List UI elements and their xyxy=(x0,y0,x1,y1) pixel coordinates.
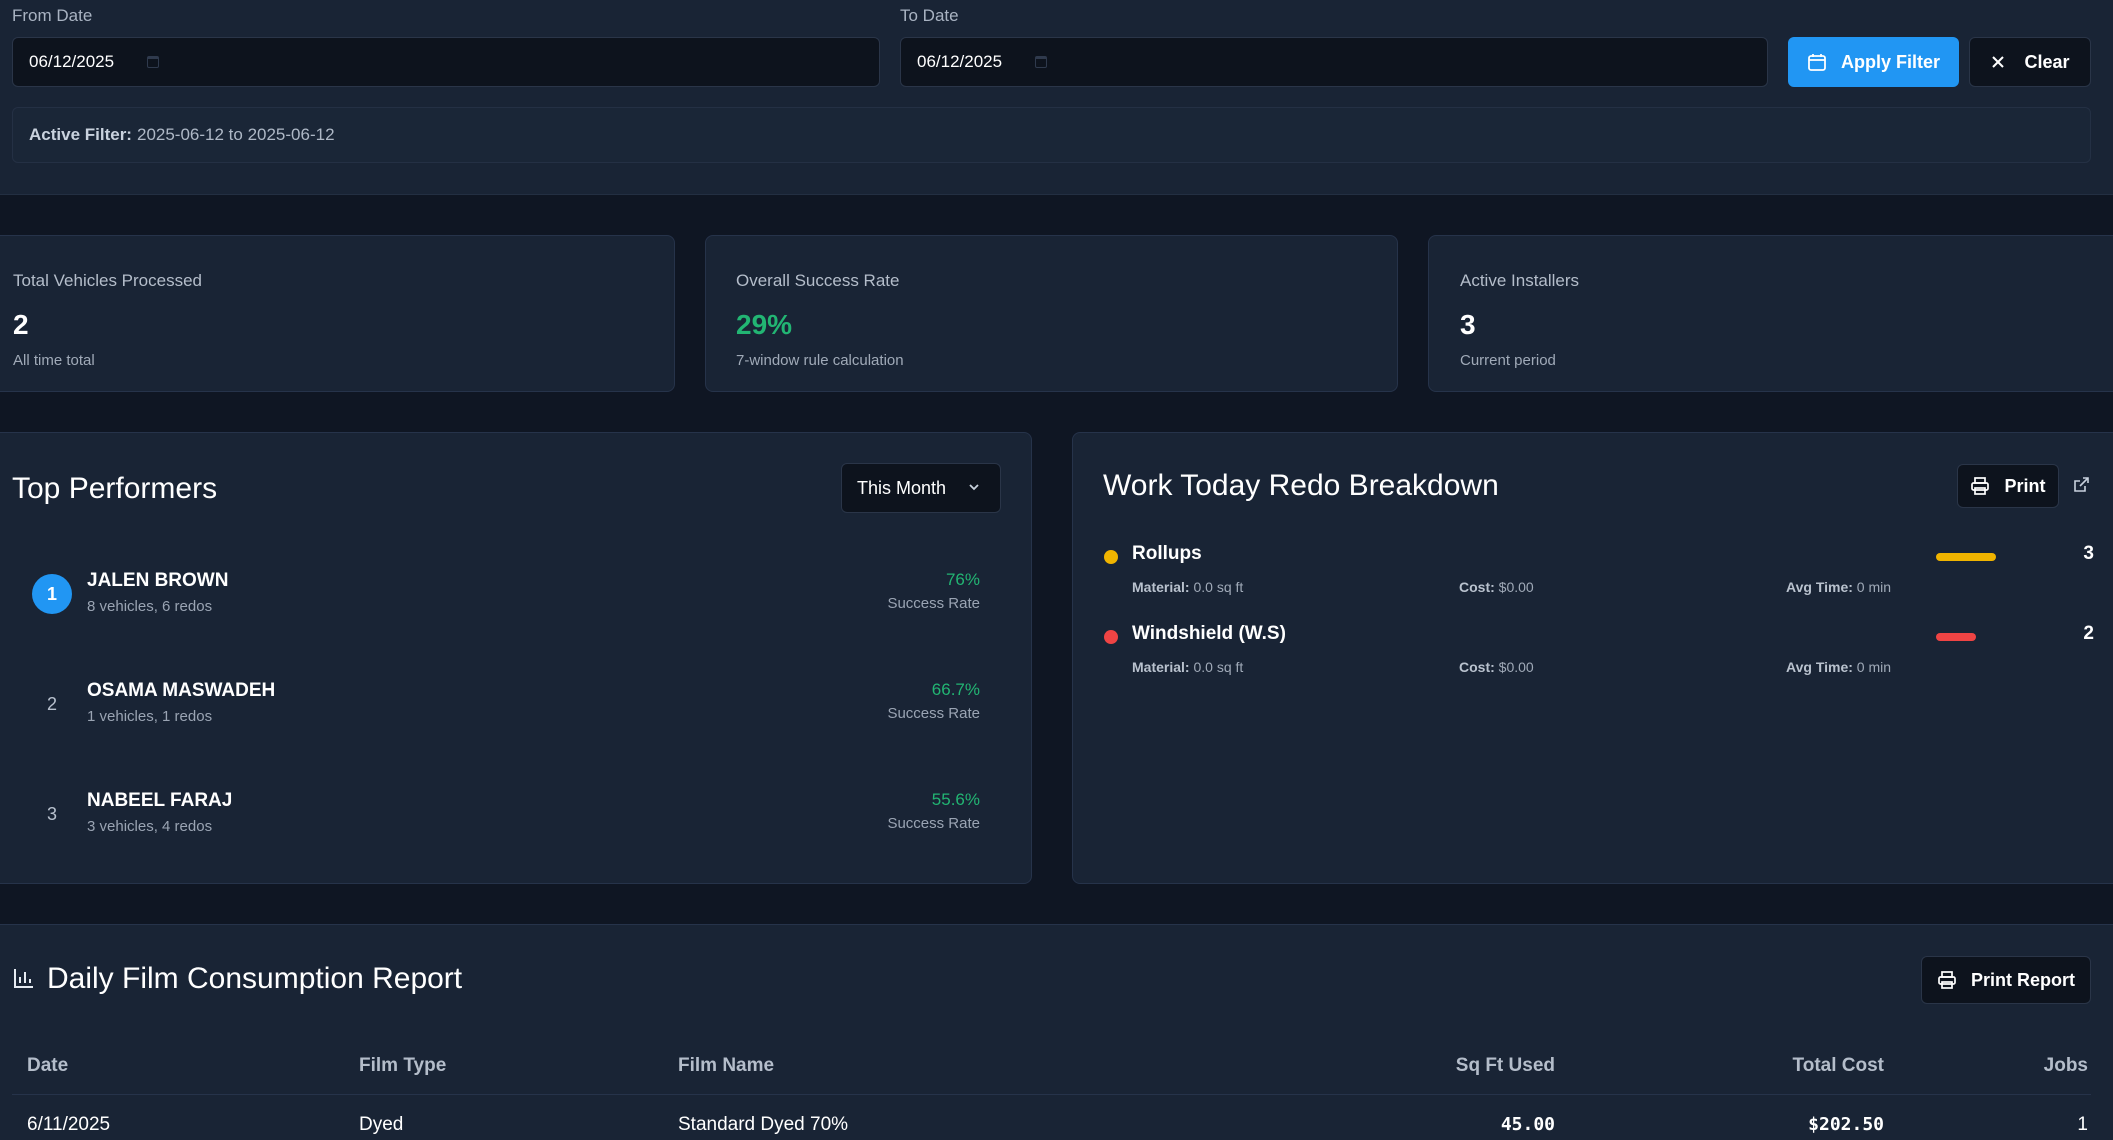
redo-count: 3 xyxy=(2083,543,2094,564)
clear-filter-button[interactable]: Clear xyxy=(1969,37,2091,87)
print-button[interactable]: Print xyxy=(1957,464,2059,508)
calendar-icon xyxy=(1808,54,1826,71)
stat-card-success-rate: Overall Success Rate 29% 7-window rule c… xyxy=(705,235,1398,392)
column-header-total-cost[interactable]: Total Cost xyxy=(1684,1055,1884,1077)
rank-number: 2 xyxy=(46,693,57,714)
from-date-input[interactable]: 06/12/2025 xyxy=(12,37,880,87)
performer-name: OSAMA MASWADEH xyxy=(87,680,276,701)
cell-film-type: Dyed xyxy=(359,1114,404,1135)
success-rate-label: Success Rate xyxy=(887,705,980,722)
stat-value: 2 xyxy=(13,309,29,340)
film-report-title: Daily Film Consumption Report xyxy=(47,962,463,995)
column-header-jobs[interactable]: Jobs xyxy=(1888,1055,2088,1077)
redo-cost: Cost: $0.00 xyxy=(1459,659,1534,675)
bar-chart-icon xyxy=(14,969,33,988)
apply-filter-button[interactable]: Apply Filter xyxy=(1788,37,1959,87)
active-filter-value: 2025-06-12 to 2025-06-12 xyxy=(136,125,335,144)
stat-value: 3 xyxy=(1460,309,1476,340)
redo-count-bar xyxy=(1936,553,1996,561)
active-filter-prefix: Active Filter: xyxy=(29,125,132,144)
column-header-sqft[interactable]: Sq Ft Used xyxy=(1355,1055,1555,1077)
cell-jobs: 1 xyxy=(2077,1114,2088,1135)
performer-row[interactable]: 2 OSAMA MASWADEH 1 vehicles, 1 redos 66.… xyxy=(0,677,1000,737)
performer-meta: 1 vehicles, 1 redos xyxy=(87,708,213,725)
printer-icon xyxy=(1971,477,1990,495)
rank-number: 3 xyxy=(46,803,57,824)
print-report-label: Print Report xyxy=(1970,969,2075,990)
success-rate-label: Success Rate xyxy=(887,815,980,832)
stat-subtitle: Current period xyxy=(1460,352,1556,369)
rank-badge: 1 xyxy=(32,574,72,614)
from-date-value: 06/12/2025 xyxy=(29,52,115,71)
redo-item-rollups[interactable]: Rollups Material: 0.0 sq ft Cost: $0.00 … xyxy=(1104,542,2094,602)
performer-row[interactable]: 1 JALEN BROWN 8 vehicles, 6 redos 76% Su… xyxy=(0,567,1000,627)
to-date-value: 06/12/2025 xyxy=(917,52,1003,71)
stat-card-active-installers: Active Installers 3 Current period xyxy=(1428,235,2113,392)
cell-date: 6/11/2025 xyxy=(27,1114,111,1135)
redo-avg-time: Avg Time: 0 min xyxy=(1786,579,1892,595)
column-header-date[interactable]: Date xyxy=(27,1055,68,1077)
cell-film-name: Standard Dyed 70% xyxy=(678,1114,849,1135)
period-select-value: This Month xyxy=(857,477,947,498)
redo-item-name: Rollups xyxy=(1132,543,1202,564)
redo-item-windshield[interactable]: Windshield (W.S) Material: 0.0 sq ft Cos… xyxy=(1104,622,2094,682)
top-performers-title: Top Performers xyxy=(12,472,218,505)
apply-filter-label: Apply Filter xyxy=(1840,51,1940,72)
table-header-divider xyxy=(12,1094,2091,1095)
date-filter-panel xyxy=(0,0,2113,195)
chevron-down-icon xyxy=(969,484,979,491)
cell-sqft: 45.00 xyxy=(1500,1114,1555,1135)
print-label: Print xyxy=(2004,475,2046,496)
cell-total-cost: $202.50 xyxy=(1808,1114,1884,1135)
performer-row[interactable]: 3 NABEEL FARAJ 3 vehicles, 4 redos 55.6%… xyxy=(0,787,1000,847)
stat-value: 29% xyxy=(736,309,793,340)
redo-breakdown-title: Work Today Redo Breakdown xyxy=(1103,469,1499,502)
redo-material: Material: 0.0 sq ft xyxy=(1132,579,1244,595)
redo-avg-time: Avg Time: 0 min xyxy=(1786,659,1892,675)
performer-success-rate: 55.6% xyxy=(931,790,980,809)
calendar-picker-icon[interactable] xyxy=(147,56,160,68)
stat-subtitle: All time total xyxy=(13,352,95,369)
performer-name: NABEEL FARAJ xyxy=(87,790,233,811)
performer-name: JALEN BROWN xyxy=(87,570,229,591)
film-report-panel xyxy=(0,924,2113,1140)
period-select[interactable]: This Month xyxy=(841,463,1001,513)
external-link-icon[interactable] xyxy=(2072,476,2090,494)
column-header-film-type[interactable]: Film Type xyxy=(359,1055,446,1077)
stat-card-total-vehicles: Total Vehicles Processed 2 All time tota… xyxy=(0,235,675,392)
to-date-input[interactable]: 06/12/2025 xyxy=(900,37,1768,87)
status-dot-icon xyxy=(1104,550,1118,564)
success-rate-label: Success Rate xyxy=(887,595,980,612)
redo-material: Material: 0.0 sq ft xyxy=(1132,659,1244,675)
stat-title: Overall Success Rate xyxy=(736,271,900,290)
performer-meta: 3 vehicles, 4 redos xyxy=(87,818,213,835)
performer-meta: 8 vehicles, 6 redos xyxy=(87,598,213,615)
active-filter-banner: Active Filter: 2025-06-12 to 2025-06-12 xyxy=(12,107,2091,163)
clear-filter-label: Clear xyxy=(2024,51,2070,72)
performer-success-rate: 76% xyxy=(945,570,980,589)
status-dot-icon xyxy=(1104,630,1118,644)
redo-cost: Cost: $0.00 xyxy=(1459,579,1534,595)
close-icon xyxy=(1992,56,2005,68)
print-report-button[interactable]: Print Report xyxy=(1921,956,2091,1004)
to-date-label: To Date xyxy=(900,6,959,25)
column-header-film-name[interactable]: Film Name xyxy=(678,1055,774,1077)
calendar-picker-icon[interactable] xyxy=(1035,56,1048,68)
performer-success-rate: 66.7% xyxy=(931,680,980,699)
redo-item-name: Windshield (W.S) xyxy=(1132,623,1286,644)
stat-subtitle: 7-window rule calculation xyxy=(736,352,904,369)
from-date-label: From Date xyxy=(12,6,93,25)
printer-icon xyxy=(1938,971,1956,989)
stat-title: Active Installers xyxy=(1460,271,1580,290)
redo-count-bar xyxy=(1936,633,1976,641)
redo-count: 2 xyxy=(2083,623,2094,644)
stat-title: Total Vehicles Processed xyxy=(13,271,202,290)
